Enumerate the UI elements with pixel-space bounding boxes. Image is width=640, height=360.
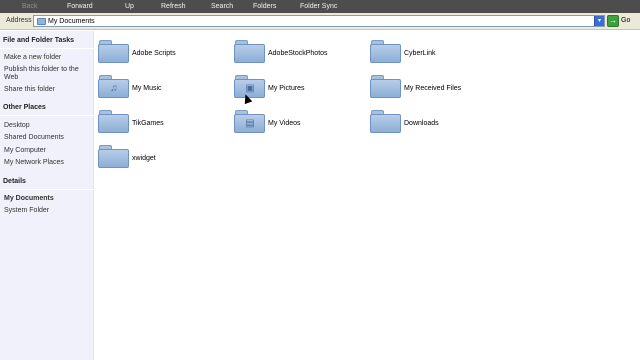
folder-icon [98,109,129,133]
panel-divider [0,115,94,116]
folder-icon [98,39,129,63]
folder-label: AdobeStockPhotos [268,50,328,57]
folder-item[interactable]: ♫ My Music [98,74,228,100]
folder-label: CyberLink [404,50,436,57]
details-name: My Documents [4,195,54,202]
folder-item[interactable]: xwidget [98,144,228,170]
refresh-button[interactable]: Refresh [161,2,186,11]
task-pane: File and Folder Tasks Make a new folder … [0,31,94,360]
toolbar: Back Forward Up Refresh Search Folders F… [0,0,640,13]
search-button[interactable]: Search [211,2,233,11]
folder-label: Adobe Scripts [132,50,176,57]
address-field[interactable]: My Documents ▾ [33,15,605,27]
other-places-title[interactable]: Other Places [3,104,46,111]
panel-divider [0,189,94,190]
chevron-down-icon[interactable]: ▾ [594,16,604,26]
go-label: Go [621,17,631,24]
details-title[interactable]: Details [3,178,26,185]
other-places-desktop[interactable]: Desktop [4,122,30,130]
folder-item[interactable]: My Received Files [370,74,500,100]
folder-label: TikGames [132,120,164,127]
folder-icon [370,109,401,133]
folder-label: Downloads [404,120,439,127]
folders-button[interactable]: Folders [253,2,276,11]
folder-icon [234,39,265,63]
back-button[interactable]: Back [22,2,38,11]
videos-folder-icon: ▤ [234,109,265,133]
panel-divider [0,48,94,49]
folder-label: My Videos [268,120,301,127]
arrow-right-icon: → [607,15,619,27]
forward-button[interactable]: Forward [67,2,93,11]
share-folder-link[interactable]: Share this folder [4,86,55,94]
other-places-shared-documents[interactable]: Shared Documents [4,134,64,142]
folder-label: My Music [132,85,162,92]
music-folder-icon: ♫ [98,74,129,98]
folder-label: My Received Files [404,85,462,92]
up-button[interactable]: Up [125,2,134,11]
folder-icon [37,18,46,25]
folder-icon [98,144,129,168]
folder-item[interactable]: Downloads [370,109,500,135]
make-new-folder-link[interactable]: Make a new folder [4,54,61,62]
other-places-my-network-places[interactable]: My Network Places [4,159,64,167]
folder-item[interactable]: TikGames [98,109,228,135]
folder-item[interactable]: CyberLink [370,39,500,65]
file-folder-tasks-title[interactable]: File and Folder Tasks [3,37,74,44]
folder-label: My Pictures [268,85,305,92]
folder-label: xwidget [132,155,156,162]
folder-item[interactable]: AdobeStockPhotos [234,39,364,65]
folder-view: Adobe Scripts AdobeStockPhotos CyberLink… [95,31,640,360]
folder-item[interactable]: Adobe Scripts [98,39,228,65]
address-label: Address [6,17,32,24]
folder-icon [370,39,401,63]
address-bar: Address My Documents ▾ → Go [0,13,640,30]
folder-item[interactable]: ▤ My Videos [234,109,364,135]
folder-icon [370,74,401,98]
other-places-my-computer[interactable]: My Computer [4,147,46,155]
details-type: System Folder [4,207,50,214]
folder-sync-button[interactable]: Folder Sync [300,2,337,11]
folder-item[interactable]: ▣ My Pictures [234,74,364,100]
go-button[interactable]: → Go [607,15,635,27]
address-value: My Documents [48,18,95,25]
publish-folder-link[interactable]: Publish this folder to the Web [4,66,88,82]
